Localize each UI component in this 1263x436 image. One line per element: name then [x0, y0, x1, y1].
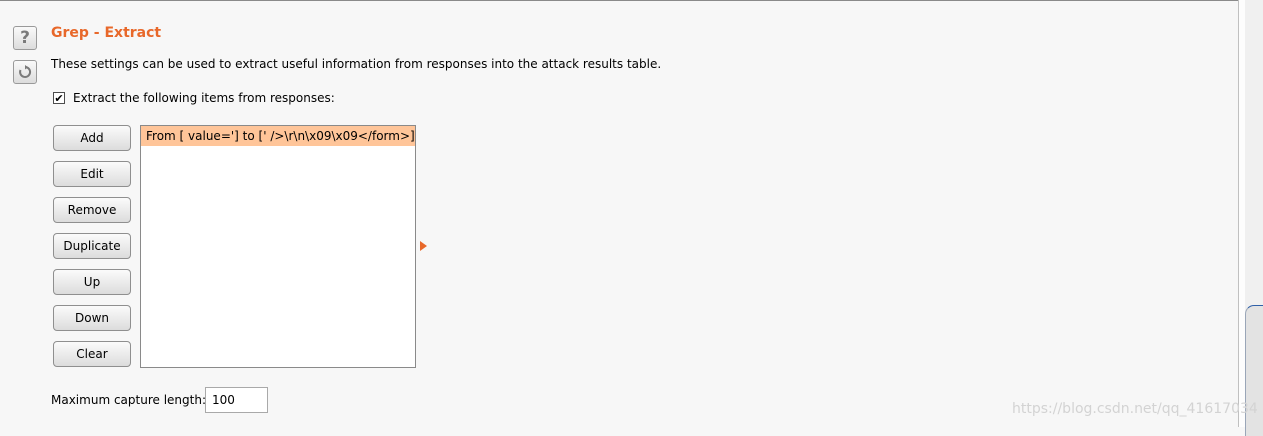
section-description: These settings can be used to extract us…	[51, 57, 662, 71]
add-button[interactable]: Add	[53, 125, 131, 151]
up-button[interactable]: Up	[53, 269, 131, 295]
checkmark-icon: ✔	[54, 91, 64, 105]
max-capture-label: Maximum capture length:	[51, 393, 206, 407]
extract-checkbox-label: Extract the following items from respons…	[73, 91, 335, 105]
top-divider	[0, 0, 1238, 4]
reset-icon	[19, 65, 32, 78]
max-capture-input[interactable]	[205, 387, 268, 413]
duplicate-button[interactable]: Duplicate	[53, 233, 131, 259]
extract-checkbox[interactable]: ✔	[53, 92, 65, 104]
clear-button[interactable]: Clear	[53, 341, 131, 367]
watermark: https://blog.csdn.net/qq_41617034	[1012, 401, 1258, 417]
list-item[interactable]: From [ value='] to [' />\r\n\x09\x09</fo…	[141, 126, 415, 146]
remove-button[interactable]: Remove	[53, 197, 131, 223]
extract-checkbox-row[interactable]: ✔ Extract the following items from respo…	[53, 91, 335, 105]
extract-items-list[interactable]: From [ value='] to [' />\r\n\x09\x09</fo…	[140, 125, 416, 368]
edit-button[interactable]: Edit	[53, 161, 131, 187]
help-button[interactable]: ?	[13, 26, 37, 50]
expand-arrow-icon[interactable]	[420, 241, 427, 251]
down-button[interactable]: Down	[53, 305, 131, 331]
section-title: Grep - Extract	[51, 25, 162, 41]
help-icon: ?	[20, 28, 30, 48]
reset-button[interactable]	[13, 60, 37, 84]
